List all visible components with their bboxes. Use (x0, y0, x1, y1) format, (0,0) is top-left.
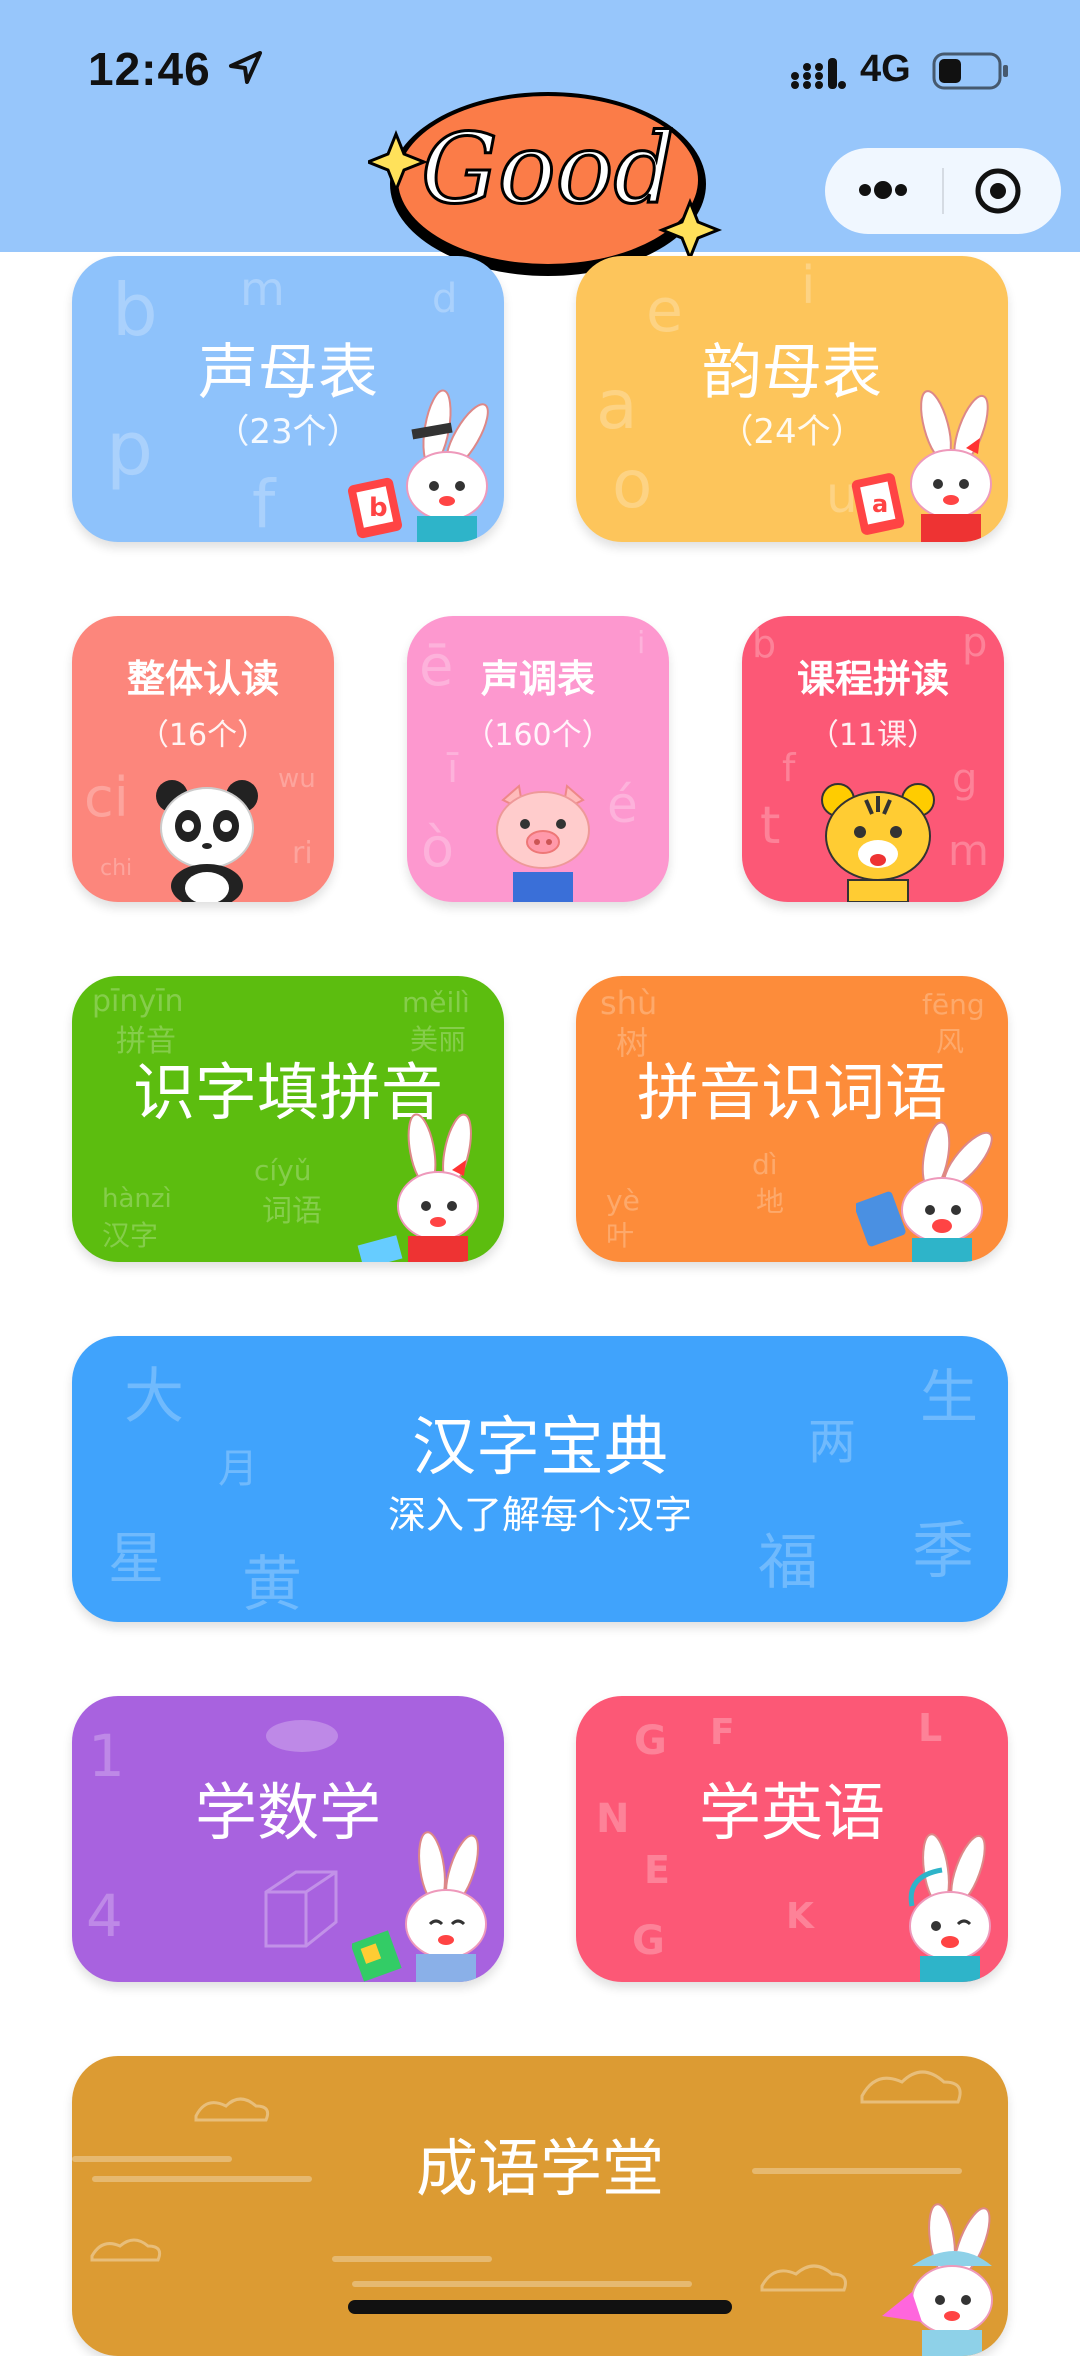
bg-letter: ò (421, 816, 455, 879)
bg-letter: E (644, 1848, 670, 1892)
card-subtitle: 深入了解每个汉字 (387, 1493, 692, 1537)
bg-letter: K (786, 1896, 814, 1937)
bg-letter: chi (100, 856, 133, 881)
bg-letter: hànzì (102, 1184, 172, 1214)
capsule-divider (942, 168, 944, 214)
rabbit-mascot-icon: b (348, 389, 489, 542)
card-hanzi-dictionary[interactable]: 大 月 星 黄 两 福 生 季 汉字宝典 深入了解每个汉字 (72, 1336, 1008, 1622)
card-yunmu[interactable]: e i a o u 韵母表 （24个） a (576, 256, 1008, 542)
card-shengdiao[interactable]: ē ī ò é i 声调表 （160个） (407, 616, 669, 902)
bg-letter: m (240, 262, 285, 316)
battery-icon (932, 52, 1008, 90)
bg-letter: 地 (756, 1185, 785, 1218)
bg-letter: m (948, 826, 989, 875)
card-kecheng[interactable]: b p f g t m 课程拼读 （11课） (742, 616, 1004, 902)
rabbit-mascot-icon: a (851, 390, 992, 542)
card-shengmu[interactable]: b m d p f 声母表 （23个） b (72, 256, 504, 542)
rabbit-mascot-icon (882, 2203, 993, 2356)
cellular-signal-icon (791, 58, 846, 89)
card-zhengti[interactable]: ci wu ri chi 整体认读 （16个） (72, 616, 334, 902)
bg-letter: L (918, 1706, 943, 1750)
card-title: 成语学堂 (415, 2132, 664, 2205)
card-pinyin-words[interactable]: shù 树 fēng 风 dì 地 yè 叶 拼音识词语 (576, 976, 1008, 1262)
bg-letter: 词语 (262, 1194, 322, 1229)
panda-mascot-icon (156, 780, 258, 902)
card-subtitle: （16个） (138, 718, 268, 753)
rabbit-mascot-icon (352, 1831, 487, 1982)
svg-text:b: b (369, 493, 388, 523)
more-options-icon[interactable] (855, 175, 915, 205)
card-title: 汉字宝典 (412, 1411, 668, 1485)
top-header: 12:46 4G Good (0, 0, 1080, 276)
bg-letter: 4 (86, 1882, 123, 1950)
bg-letter: t (760, 796, 781, 856)
bg-letter: é (607, 776, 638, 834)
bg-letter: 黄 (242, 1550, 302, 1620)
bg-letter: d (432, 276, 458, 322)
card-title: 声调表 (480, 657, 595, 701)
bg-letter: pīnyīn (92, 984, 184, 1019)
close-miniprogram-icon[interactable] (973, 166, 1023, 216)
bg-letter: i (801, 256, 816, 316)
bg-letter: f (252, 466, 276, 542)
pig-mascot-icon (496, 784, 590, 902)
cube-decoration (264, 1870, 338, 1948)
logo-text: Good (421, 113, 675, 225)
bg-letter: 叶 (606, 1219, 635, 1252)
rabbit-mascot-icon (908, 1833, 991, 1982)
good-logo: Good (368, 92, 723, 276)
bg-letter: g (952, 756, 978, 802)
tiger-mascot-icon (821, 783, 935, 902)
bg-letter: 汉字 (102, 1219, 159, 1252)
bg-letter: G (634, 1718, 667, 1764)
bg-letter: měilì (402, 986, 470, 1019)
rabbit-mascot-icon (856, 1121, 993, 1262)
bg-letter: G (632, 1918, 665, 1964)
card-subtitle: （11课） (808, 718, 938, 753)
card-title: 课程拼读 (796, 657, 949, 701)
bg-letter: yè (606, 1184, 640, 1217)
card-english[interactable]: G F L N E G K 学英语 (576, 1696, 1008, 1982)
miniprogram-capsule (825, 148, 1061, 234)
oval-decoration (266, 1720, 338, 1752)
bg-letter: ci (84, 766, 129, 829)
bg-letter: ri (292, 836, 313, 871)
svg-text:a: a (872, 490, 888, 518)
bg-letter: wu (278, 764, 316, 794)
bg-letter: shù (600, 984, 658, 1022)
card-shizi[interactable]: pīnyīn 拼音 měilì 美丽 cíyǔ 词语 hànzì 汉字 识字填拼… (72, 976, 504, 1262)
rabbit-mascot-icon (357, 1113, 479, 1262)
home-indicator (348, 2300, 732, 2314)
bg-letter: o (612, 446, 653, 523)
card-subtitle: （160个） (464, 718, 612, 753)
card-title: 整体认读 (126, 657, 279, 701)
bg-letter: dì (752, 1148, 778, 1181)
bg-letter: cíyǔ (254, 1154, 312, 1187)
location-arrow-icon (229, 51, 262, 84)
status-time: 12:46 (88, 43, 211, 95)
bg-letter: fēng (922, 988, 985, 1021)
card-math[interactable]: 1 4 学数学 (72, 1696, 504, 1982)
network-label: 4G (860, 48, 911, 90)
bg-letter: F (710, 1712, 735, 1753)
